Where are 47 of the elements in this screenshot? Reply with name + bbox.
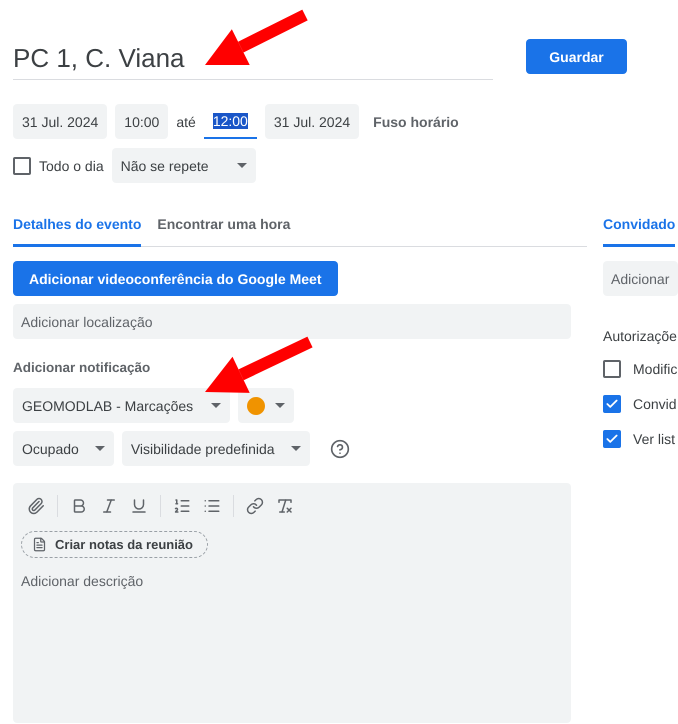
permission-checkbox[interactable] <box>603 360 621 378</box>
repeat-dropdown[interactable]: Não se repete <box>112 148 256 183</box>
help-icon[interactable] <box>330 438 350 458</box>
meeting-notes-button[interactable]: Criar notas da reunião <box>21 531 208 558</box>
clear-formatting-icon[interactable] <box>276 497 294 515</box>
calendar-dropdown[interactable]: GEOMODLAB - Marcações <box>13 388 230 423</box>
italic-icon[interactable] <box>100 497 118 515</box>
description-placeholder: Adicionar descrição <box>21 573 144 589</box>
separator-text: até <box>176 114 196 130</box>
dropdown-caret-icon <box>211 403 222 408</box>
color-dropdown[interactable] <box>238 388 294 423</box>
tab[interactable]: Detalhes do evento <box>13 210 142 247</box>
guests-field[interactable]: Adicionar <box>603 261 678 296</box>
dropdown-caret-icon <box>290 446 301 451</box>
add-notification-link[interactable]: Adicionar notificação <box>13 360 150 375</box>
all-day-checkbox[interactable] <box>13 156 31 174</box>
link-icon[interactable] <box>246 497 264 515</box>
document-icon <box>32 537 47 552</box>
all-day-label: Todo o dia <box>39 158 104 174</box>
start-date-field[interactable]: 31 Jul. 2024 <box>13 104 108 139</box>
location-field[interactable]: Adicionar localização <box>13 304 571 339</box>
permission-checkbox[interactable] <box>603 430 621 448</box>
check-icon <box>605 432 619 446</box>
title-field[interactable]: PC 1, C. Viana <box>13 43 493 80</box>
underline-icon[interactable] <box>130 497 148 515</box>
bulleted-list-icon[interactable] <box>203 497 221 515</box>
end-date-field[interactable]: 31 Jul. 2024 <box>264 104 360 139</box>
start-time-field[interactable]: 10:00 <box>115 104 168 139</box>
timezone-link[interactable]: Fuso horário <box>373 114 459 130</box>
dropdown-caret-icon <box>236 163 247 168</box>
visibility-dropdown[interactable]: Visibilidade predefinida <box>122 431 310 466</box>
check-icon <box>605 397 619 411</box>
permissions-title: Autorizaçõe <box>603 328 678 344</box>
permission-label: Modific <box>633 361 678 377</box>
description-editor[interactable]: Criar notas da reunião Adicionar descrição <box>13 483 571 723</box>
meet-button[interactable]: Adicionar videoconferência do Google Meet <box>13 261 338 296</box>
paperclip-icon[interactable] <box>27 497 45 515</box>
dropdown-caret-icon <box>275 403 286 408</box>
numbered-list-icon[interactable] <box>173 497 191 515</box>
availability-dropdown[interactable]: Ocupado <box>13 431 114 466</box>
permission-checkbox[interactable] <box>603 395 621 413</box>
permission-label: Ver list <box>633 431 676 447</box>
tab[interactable]: Encontrar uma hora <box>157 210 290 247</box>
permission-label: Convid <box>633 396 677 412</box>
guests-tab[interactable]: Convidado <box>603 210 676 247</box>
dropdown-caret-icon <box>94 446 105 451</box>
save-button[interactable]: Guardar <box>526 39 627 74</box>
